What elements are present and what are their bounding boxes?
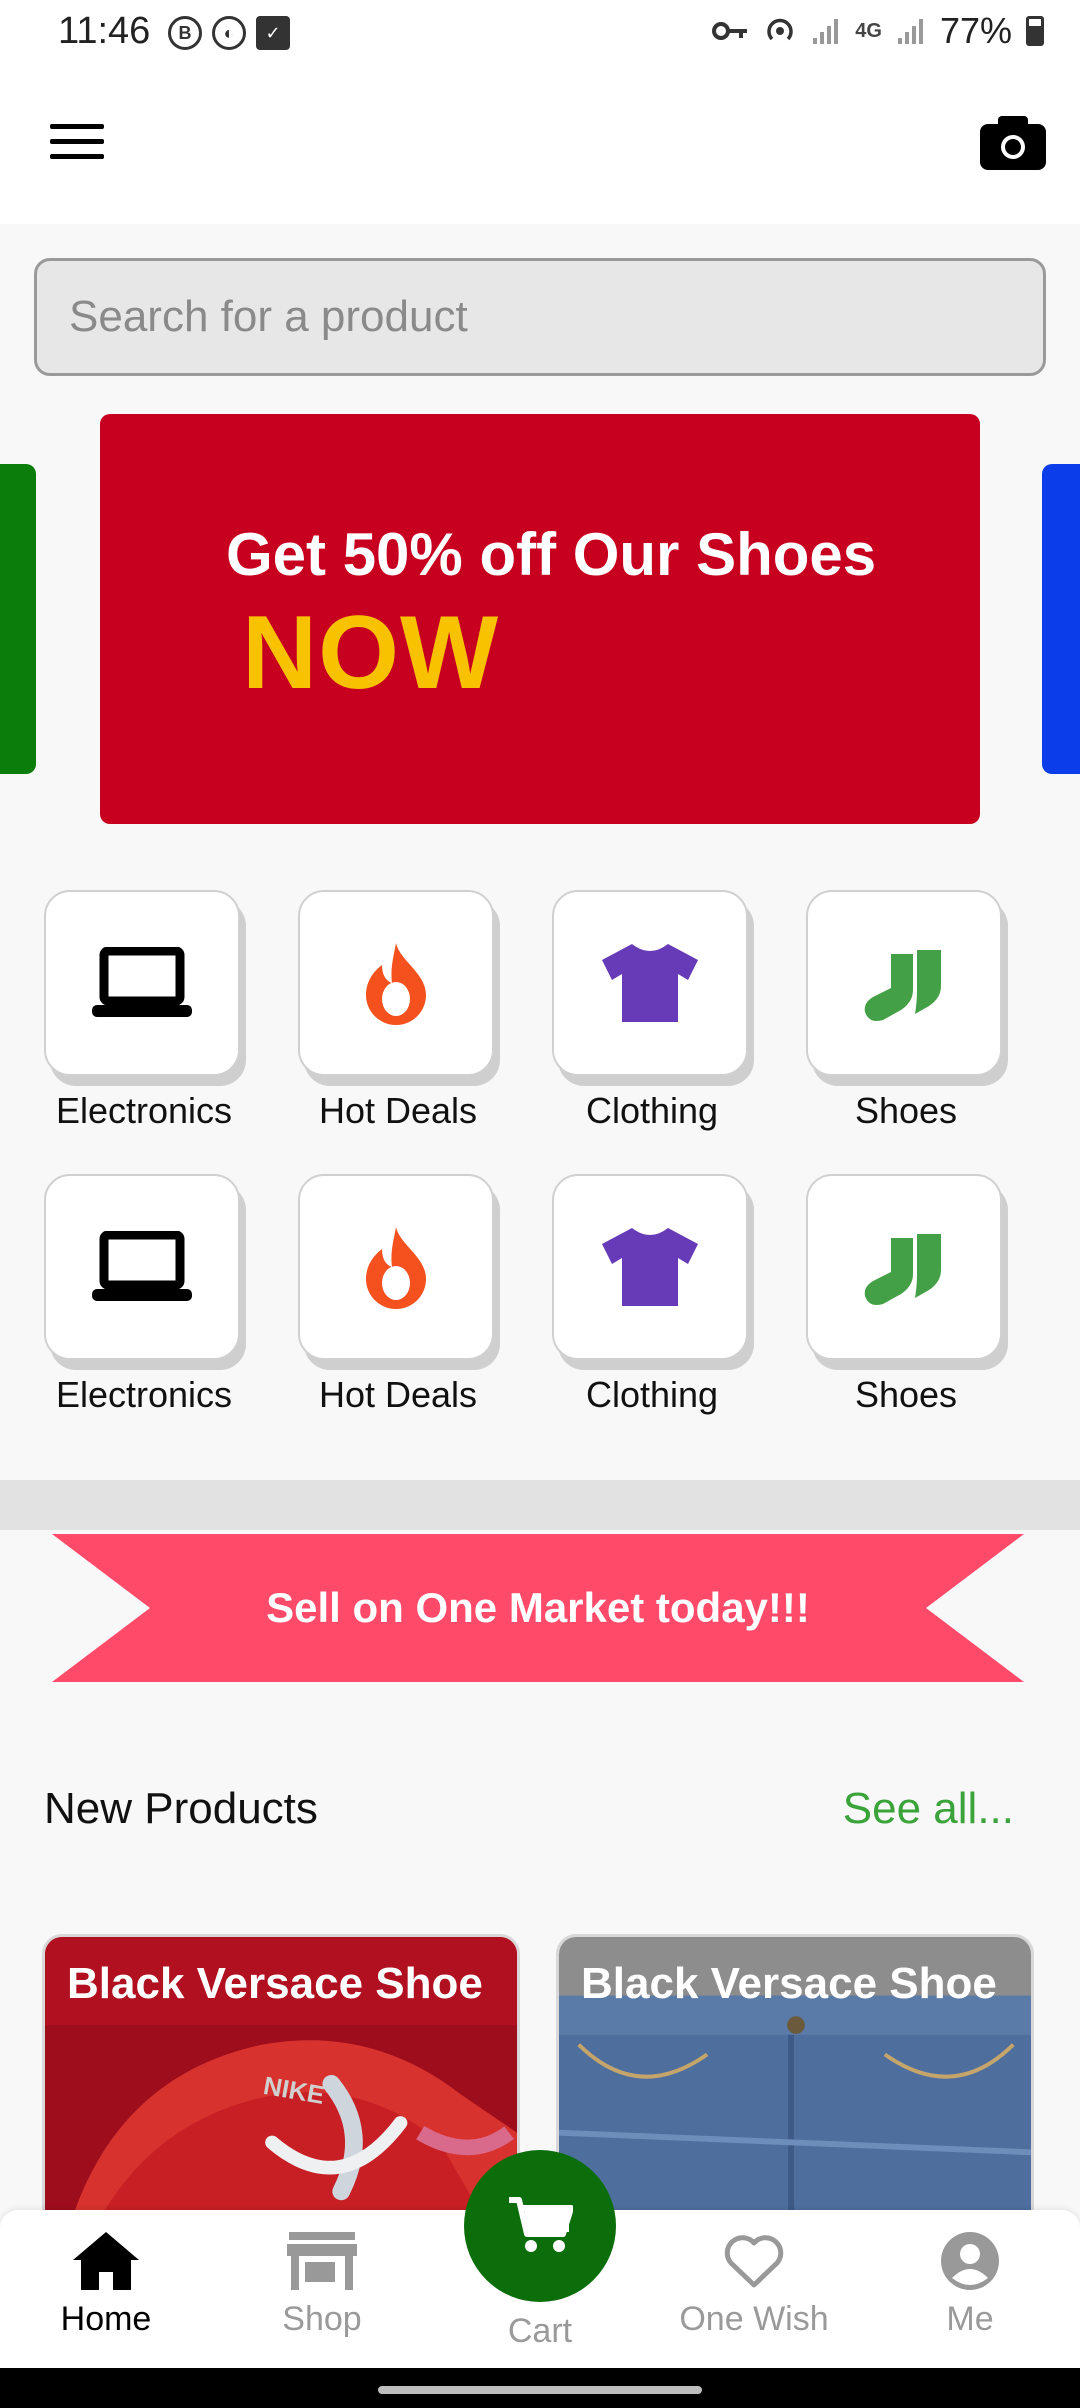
gesture-nav-area xyxy=(0,2368,1080,2408)
category-hot-deals[interactable]: Hot Deals xyxy=(298,1174,498,1415)
app-screen: 11:46 B ◐ ✓ 4G 77% Get 50% xyxy=(0,0,1080,2408)
category-tile xyxy=(806,890,1002,1076)
socks-icon xyxy=(864,1226,941,1305)
account-icon xyxy=(941,2232,999,2290)
whatsapp-business-icon: ◐ xyxy=(212,16,246,50)
category-label: Electronics xyxy=(55,1090,233,1131)
status-time: 11:46 xyxy=(58,10,151,52)
nav-label: One Wish xyxy=(679,2300,829,2338)
category-tile xyxy=(552,1174,748,1360)
tshirt-icon xyxy=(602,944,698,1022)
carousel-next-slide[interactable] xyxy=(1042,464,1080,774)
banner-highlight: NOW xyxy=(242,595,500,711)
new-products-title: New Products xyxy=(44,1784,318,1833)
heart-icon xyxy=(724,2235,784,2288)
fire-icon xyxy=(366,943,426,1025)
section-divider xyxy=(0,1480,1080,1530)
category-label: Shoes xyxy=(854,1090,958,1131)
category-label: Clothing xyxy=(585,1090,719,1131)
camera-icon[interactable] xyxy=(978,112,1048,172)
laptop-icon xyxy=(92,1231,192,1301)
fire-icon xyxy=(366,1227,426,1309)
hotspot-icon xyxy=(767,18,793,41)
promo-banner[interactable]: Get 50% off Our Shoes NOW xyxy=(100,414,980,824)
status-notification-icons: B ◐ ✓ xyxy=(168,16,290,50)
category-clothing[interactable]: Clothing xyxy=(552,1174,752,1415)
home-icon xyxy=(73,2232,139,2290)
battery-icon xyxy=(1026,16,1044,46)
category-tile xyxy=(44,890,240,1076)
hamburger-menu-icon[interactable] xyxy=(50,124,104,164)
see-all-link[interactable]: See all... xyxy=(843,1784,1014,1834)
status-system-icons: 4G 77% xyxy=(711,10,1044,52)
category-tile xyxy=(298,1174,494,1360)
category-electronics[interactable]: Electronics xyxy=(44,1174,244,1415)
banner-title: Get 50% off Our Shoes xyxy=(226,521,877,588)
category-label: Hot Deals xyxy=(318,1374,478,1415)
nav-label: Home xyxy=(60,2300,152,2338)
ribbon-text: Sell on One Market today!!! xyxy=(266,1584,810,1631)
checkbox-icon: ✓ xyxy=(256,16,290,50)
signal-icon xyxy=(897,19,923,44)
category-electronics[interactable]: Electronics xyxy=(44,890,244,1131)
category-hot-deals[interactable]: Hot Deals xyxy=(298,890,498,1131)
status-bar: 11:46 B ◐ ✓ 4G 77% xyxy=(0,0,1080,66)
nav-label: Shop xyxy=(282,2300,362,2338)
home-gesture-bar[interactable] xyxy=(378,2386,702,2394)
tshirt-icon xyxy=(602,1228,698,1306)
category-label: Clothing xyxy=(585,1374,719,1415)
nav-cart-label: Cart xyxy=(507,2312,573,2350)
category-clothing[interactable]: Clothing xyxy=(552,890,752,1131)
nav-label: Me xyxy=(946,2300,994,2338)
nav-me[interactable]: Me xyxy=(890,2226,1050,2356)
category-tile xyxy=(806,1174,1002,1360)
socks-icon xyxy=(864,942,941,1021)
search-input[interactable] xyxy=(34,258,1046,376)
b-icon: B xyxy=(168,16,202,50)
category-label: Electronics xyxy=(55,1374,233,1415)
product-card[interactable]: Black Versace Shoe xyxy=(556,1934,1034,2214)
category-tile xyxy=(552,890,748,1076)
product-card[interactable]: NIKE Black Versace Shoe xyxy=(42,1934,520,2214)
cart-icon xyxy=(509,2197,573,2252)
laptop-icon xyxy=(92,947,192,1017)
category-shoes[interactable]: Shoes xyxy=(806,890,1006,1131)
battery-percent: 77% xyxy=(939,10,1012,51)
category-tile xyxy=(44,1174,240,1360)
carousel-prev-slide[interactable] xyxy=(0,464,36,774)
product-name: Black Versace Shoe xyxy=(581,1959,997,2008)
nav-home[interactable]: Home xyxy=(26,2226,186,2356)
sell-promo-ribbon[interactable]: Sell on One Market today!!! xyxy=(52,1534,1024,1682)
category-shoes[interactable]: Shoes xyxy=(806,1174,1006,1415)
product-name: Black Versace Shoe xyxy=(67,1959,483,2008)
key-icon xyxy=(712,22,748,40)
category-label: Shoes xyxy=(854,1374,958,1415)
cart-button[interactable] xyxy=(464,2150,616,2302)
app-bar xyxy=(0,66,1080,224)
signal-icon xyxy=(813,19,839,44)
store-icon xyxy=(287,2232,357,2290)
nav-shop[interactable]: Shop xyxy=(242,2226,402,2356)
nav-one-wish[interactable]: One Wish xyxy=(674,2226,834,2356)
4g-icon: 4G xyxy=(855,19,882,42)
category-label: Hot Deals xyxy=(318,1090,478,1131)
category-tile xyxy=(298,890,494,1076)
